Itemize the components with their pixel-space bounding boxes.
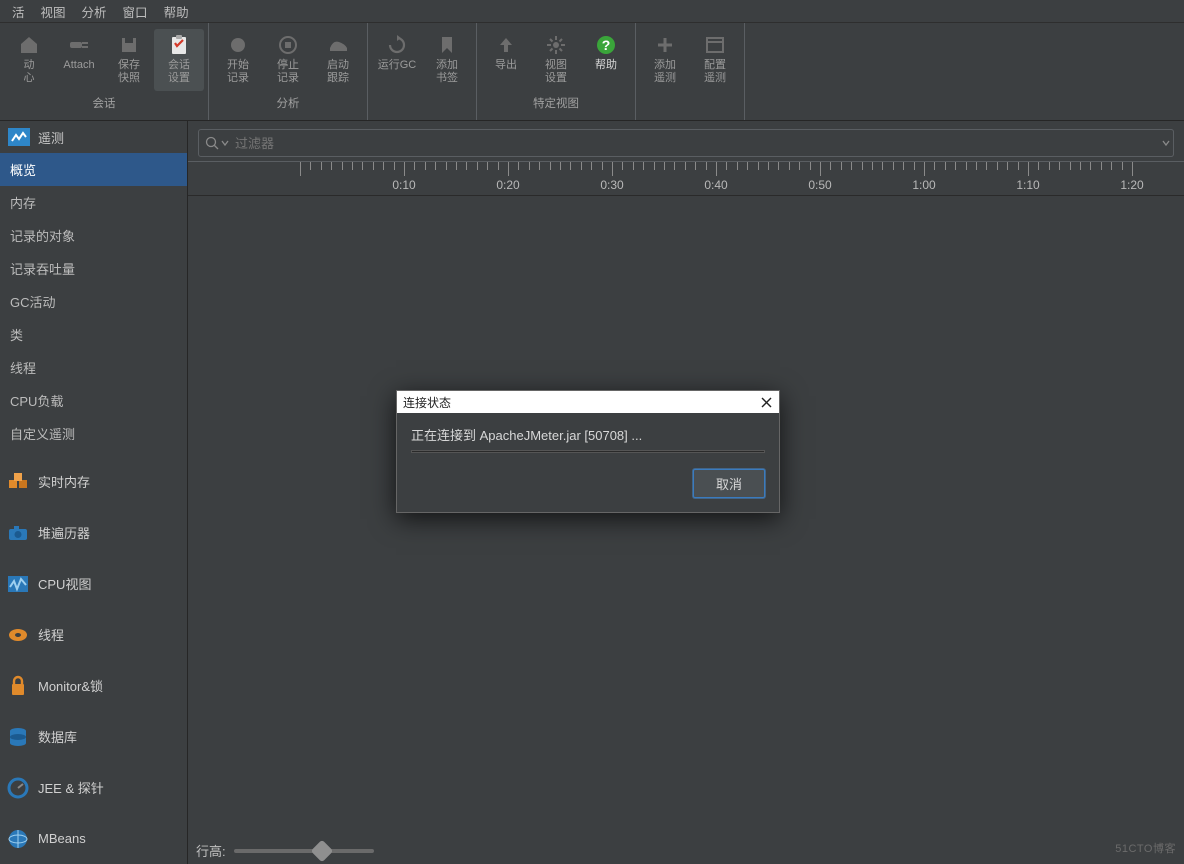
sidebar-header-label: 遥测 — [38, 128, 64, 147]
slider-thumb[interactable] — [310, 839, 333, 862]
config-telemetry-button[interactable]: 配置遥测 — [690, 29, 740, 91]
export-button[interactable]: 导出 — [481, 29, 531, 91]
toolbar: 动心Attach保存快照会话设置会话 开始记录停止记录启动跟踪分析 运行GC添加书签… — [0, 23, 1184, 121]
sidebar-header[interactable]: 遥测 — [0, 121, 187, 153]
db-icon — [6, 725, 30, 749]
group-label: 特定视图 — [533, 95, 579, 115]
tick-label: 0:20 — [496, 178, 519, 192]
gear-icon — [542, 33, 570, 57]
clipboard-icon — [165, 33, 193, 57]
filter-input[interactable] — [235, 136, 1167, 151]
start-track-button[interactable]: 启动跟踪 — [313, 29, 363, 91]
session-settings-button[interactable]: 会话设置 — [154, 29, 204, 91]
tick-label: 0:50 — [808, 178, 831, 192]
sidebar-section-live-mem[interactable]: 实时内存 — [0, 456, 187, 507]
menu-item[interactable]: 分析 — [74, 2, 115, 21]
dialog-title: 连接状态 — [403, 394, 451, 411]
camera-icon — [6, 521, 30, 545]
help-icon: ? — [592, 33, 620, 57]
tick-label: 1:20 — [1120, 178, 1143, 192]
sidebar: 遥测 概览内存记录的对象记录吞吐量GC活动类线程CPU负载自定义遥测 实时内存堆… — [0, 121, 188, 864]
sidebar-section-database[interactable]: 数据库 — [0, 711, 187, 762]
stop-rec-button[interactable]: 停止记录 — [263, 29, 313, 91]
sidebar-item[interactable]: 自定义遥测 — [0, 417, 187, 450]
window-icon — [701, 33, 729, 57]
tick-label: 0:30 — [600, 178, 623, 192]
home-icon — [15, 33, 43, 57]
globe-icon — [6, 827, 30, 851]
shoe-icon — [324, 33, 352, 57]
menu-item[interactable]: 帮助 — [156, 2, 197, 21]
sidebar-section-cpu-view[interactable]: CPU视图 — [0, 558, 187, 609]
filter-box[interactable] — [198, 129, 1174, 157]
tick-label: 0:10 — [392, 178, 415, 192]
dialog-message: 正在连接到 ApacheJMeter.jar [50708] ... — [411, 425, 765, 444]
connection-dialog: 连接状态 正在连接到 ApacheJMeter.jar [50708] ... … — [396, 390, 780, 513]
tick-label: 0:40 — [704, 178, 727, 192]
sidebar-section-monitor-lock[interactable]: Monitor&锁 — [0, 660, 187, 711]
sidebar-item[interactable]: 记录吞吐量 — [0, 252, 187, 285]
sidebar-item[interactable]: 记录的对象 — [0, 219, 187, 252]
cancel-button[interactable]: 取消 — [693, 469, 765, 498]
lock-icon — [6, 674, 30, 698]
rec-icon — [224, 33, 252, 57]
bookmark-icon — [433, 33, 461, 57]
group-label: 分析 — [277, 95, 300, 115]
plus-icon — [651, 33, 679, 57]
menu-item[interactable]: 活 — [4, 2, 33, 21]
sidebar-section-threads[interactable]: 线程 — [0, 609, 187, 660]
sidebar-item[interactable]: CPU负载 — [0, 384, 187, 417]
sidebar-section-jee-probes[interactable]: JEE & 探针 — [0, 762, 187, 813]
start-center-button[interactable]: 动心 — [4, 29, 54, 91]
run-gc-button[interactable]: 运行GC — [372, 29, 422, 91]
pulse-icon — [6, 572, 30, 596]
chart-canvas — [188, 196, 1184, 864]
progress-bar — [411, 450, 765, 453]
footer: 行高: — [196, 841, 374, 860]
filter-dropdown[interactable] — [1158, 129, 1174, 157]
save-snapshot-button[interactable]: 保存快照 — [104, 29, 154, 91]
group-label: 会话 — [93, 95, 116, 115]
menubar: 活 视图 分析 窗口 帮助 — [0, 0, 1184, 23]
cubes-icon — [6, 470, 30, 494]
menu-item[interactable]: 窗口 — [115, 2, 156, 21]
disk2-icon — [6, 623, 30, 647]
menu-item[interactable]: 视图 — [33, 2, 74, 21]
sidebar-item[interactable]: 内存 — [0, 186, 187, 219]
view-settings-button[interactable]: 视图设置 — [531, 29, 581, 91]
svg-text:?: ? — [602, 37, 611, 53]
timeline-ruler: 0:10 0:20 0:30 0:40 0:50 1:00 1:10 1:20 — [188, 161, 1184, 196]
sidebar-item[interactable]: 线程 — [0, 351, 187, 384]
dialog-titlebar[interactable]: 连接状态 — [397, 391, 779, 413]
disk-icon — [115, 33, 143, 57]
recycle-icon — [383, 33, 411, 57]
telemetry-icon — [8, 128, 30, 146]
search-icon — [205, 136, 219, 150]
add-bookmark-button[interactable]: 添加书签 — [422, 29, 472, 91]
help-button[interactable]: ?帮助 — [581, 29, 631, 91]
chevron-down-icon — [221, 139, 229, 147]
sidebar-item[interactable]: 类 — [0, 318, 187, 351]
sidebar-item[interactable]: 概览 — [0, 153, 187, 186]
stop-icon — [274, 33, 302, 57]
tick-label: 1:10 — [1016, 178, 1039, 192]
watermark: 51CTO博客 — [1115, 840, 1176, 856]
tick-label: 1:00 — [912, 178, 935, 192]
row-height-slider[interactable] — [234, 849, 374, 853]
plug-icon — [65, 33, 93, 57]
sidebar-item[interactable]: GC活动 — [0, 285, 187, 318]
row-height-label: 行高: — [196, 841, 226, 860]
up-icon — [492, 33, 520, 57]
attach-button[interactable]: Attach — [54, 29, 104, 91]
sidebar-section-mbeans[interactable]: MBeans — [0, 813, 187, 864]
gauge-icon — [6, 776, 30, 800]
add-telemetry-button[interactable]: 添加遥测 — [640, 29, 690, 91]
start-rec-button[interactable]: 开始记录 — [213, 29, 263, 91]
close-icon[interactable] — [759, 395, 773, 409]
sidebar-section-heap-walker[interactable]: 堆遍历器 — [0, 507, 187, 558]
